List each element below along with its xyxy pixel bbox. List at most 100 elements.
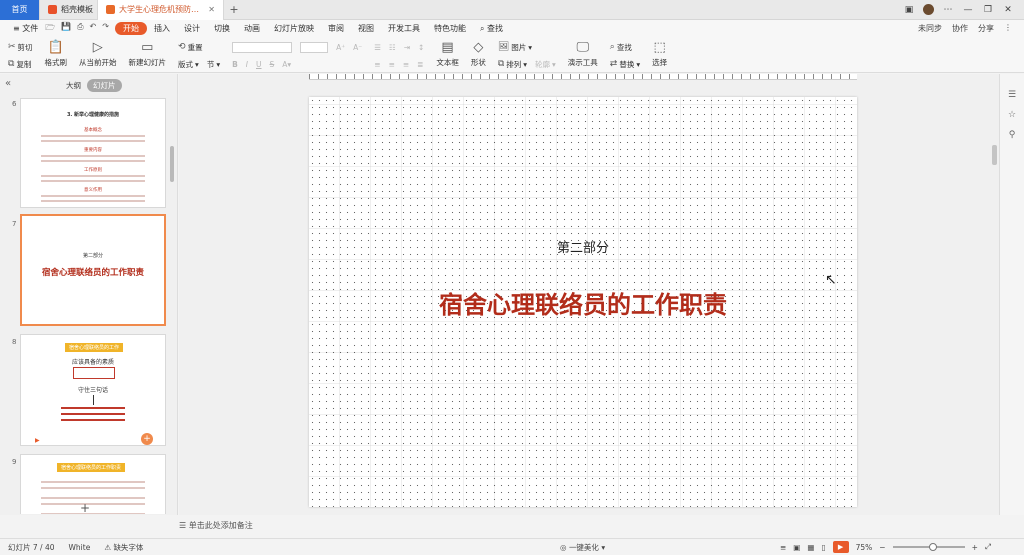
pin-icon[interactable]: ⚲	[1009, 130, 1016, 140]
section-button[interactable]: 节 ▾	[207, 59, 220, 70]
tab-review[interactable]: 审阅	[321, 23, 351, 34]
arrange-button[interactable]: ⧉ 排列 ▾	[498, 59, 527, 70]
tab-design[interactable]: 设计	[177, 23, 207, 34]
restore-icon[interactable]: ❐	[982, 5, 994, 15]
share-button[interactable]: 分享	[978, 23, 994, 34]
grow-font-icon[interactable]: A⁺	[336, 43, 345, 52]
undo-icon[interactable]: ↶	[90, 22, 97, 36]
redo-icon[interactable]: ↷	[102, 22, 109, 36]
reading-view-icon[interactable]: ▯	[821, 543, 825, 552]
minimize-icon[interactable]: —	[962, 5, 974, 15]
search-button[interactable]: ⌕ 查找	[473, 23, 510, 34]
beautify-button[interactable]: ◎ 一键美化 ▾	[560, 542, 605, 553]
fit-window-icon[interactable]: ⤢	[985, 542, 991, 552]
layout-icon[interactable]: ▣	[903, 5, 915, 15]
bold-icon[interactable]: B	[232, 60, 238, 69]
missing-font-button[interactable]: ⚠ 缺失字体	[104, 542, 143, 553]
play-thumb-icon[interactable]: ▶	[35, 437, 40, 444]
from-current-button[interactable]: ▷ 从当前开始	[79, 40, 117, 68]
shape-button[interactable]: ◇ 形状	[471, 40, 486, 68]
more-menu-icon[interactable]: ⋮	[1004, 23, 1012, 34]
zoom-in-icon[interactable]: +	[972, 543, 978, 552]
zoom-level[interactable]: 75%	[856, 543, 873, 552]
slide-thumbnail-6[interactable]: 3. 新举心理健康的措施 基本概念 重要内容 工作原则 意义作用	[20, 98, 166, 208]
new-tab-button[interactable]: +	[224, 3, 244, 16]
tab-transition[interactable]: 切换	[207, 23, 237, 34]
zoom-knob[interactable]	[928, 543, 937, 551]
font-name-input[interactable]	[232, 41, 293, 53]
number-list-icon[interactable]: ☷	[389, 43, 396, 52]
font-color-icon[interactable]: A▾	[282, 60, 291, 69]
zoom-out-icon[interactable]: −	[879, 543, 885, 552]
tab-start[interactable]: 开始	[114, 22, 147, 35]
cut-button[interactable]: ✂ 剪切	[8, 42, 33, 53]
sorter-view-icon[interactable]: ▦	[807, 543, 814, 552]
replace-button[interactable]: ⇄ 替换 ▾	[610, 59, 640, 70]
font-size-input[interactable]	[300, 41, 329, 53]
picture-button[interactable]: 🖼 图片 ▾	[498, 42, 532, 53]
tab-outline[interactable]: 大纲	[60, 79, 87, 92]
print-icon[interactable]: ⎙	[77, 22, 83, 36]
avatar[interactable]	[923, 4, 934, 15]
layout-button[interactable]: 版式 ▾	[178, 59, 199, 70]
tab-special[interactable]: 特色功能	[427, 23, 473, 34]
theme-name[interactable]: White	[69, 543, 91, 552]
zoom-slider[interactable]	[892, 543, 965, 551]
tab-slideshow[interactable]: 幻灯片放映	[267, 23, 321, 34]
justify-icon[interactable]: ≣	[417, 60, 423, 69]
slide-thumbnail-9[interactable]: 宿舍心理联络员的工作职责	[20, 454, 166, 514]
sync-status[interactable]: 未同步	[918, 23, 942, 34]
more-icon[interactable]: ⋯	[942, 5, 954, 15]
new-slide-button[interactable]: ▭ 新建幻灯片	[129, 40, 167, 68]
align-right-icon[interactable]: ≡	[403, 60, 409, 69]
slide-subtitle[interactable]: 第二部分	[309, 237, 857, 256]
notes-toggle-icon[interactable]: ≡	[780, 543, 786, 552]
reset-button[interactable]: ⟲ 重置	[178, 42, 203, 53]
notes-area[interactable]: ☰ 单击此处添加备注	[179, 520, 253, 531]
slide-thumbnail-8[interactable]: 宿舍心理联络员的工作 应该具备的素质 守住三句话 ▶ +	[20, 334, 166, 446]
slide-title[interactable]: 宿舍心理联络员的工作职责	[309, 285, 857, 320]
slide-thumbnail-7[interactable]: 第二部分 宿舍心理联络员的工作职责	[20, 214, 166, 326]
horizontal-ruler[interactable]	[309, 74, 857, 80]
outline-button[interactable]: 轮廓 ▾	[535, 59, 556, 70]
strikethrough-icon[interactable]: S	[270, 60, 275, 69]
star-icon[interactable]: ☆	[1008, 110, 1016, 120]
copy-button[interactable]: ⧉ 复制	[8, 59, 31, 70]
tab-home[interactable]: 首页	[0, 0, 40, 20]
tab-animation[interactable]: 动画	[237, 23, 267, 34]
collaborate-button[interactable]: 协作	[952, 23, 968, 34]
close-tab-icon[interactable]: ✕	[208, 5, 215, 14]
collapse-panel-icon[interactable]: «	[5, 78, 11, 89]
select-button[interactable]: ⬚ 选择	[652, 40, 667, 68]
paste-button[interactable]: 📋 格式刷	[45, 40, 68, 68]
tab-document[interactable]: 大学生心理危机预防与干预.pptx ✕	[98, 0, 224, 20]
indent-icon[interactable]: ⇥	[404, 43, 410, 52]
normal-view-icon[interactable]: ▣	[793, 543, 800, 552]
add-slide-icon[interactable]: +	[141, 433, 153, 445]
open-icon[interactable]: 🗁	[45, 22, 55, 36]
file-menu[interactable]: ≡ 文件	[6, 23, 45, 34]
current-slide[interactable]: 第二部分 宿舍心理联络员的工作职责	[309, 97, 857, 507]
italic-icon[interactable]: I	[246, 60, 248, 69]
shrink-font-icon[interactable]: A⁻	[353, 43, 362, 52]
close-window-icon[interactable]: ✕	[1002, 5, 1014, 15]
panel-scrollbar[interactable]	[170, 146, 174, 182]
properties-icon[interactable]: ☰	[1008, 90, 1016, 100]
underline-icon[interactable]: U	[256, 60, 262, 69]
bullet-list-icon[interactable]: ☰	[374, 43, 381, 52]
present-tools-button[interactable]: 🖵 演示工具	[568, 40, 598, 68]
slideshow-play-button[interactable]: ▶	[832, 541, 849, 553]
align-center-icon[interactable]: ≡	[389, 60, 395, 69]
tab-slides[interactable]: 幻灯片	[87, 78, 122, 92]
tab-insert[interactable]: 插入	[147, 23, 177, 34]
save-icon[interactable]: 💾	[61, 22, 71, 36]
canvas-scrollbar[interactable]	[992, 145, 997, 165]
add-slide-button[interactable]: +	[80, 501, 90, 515]
textbox-button[interactable]: ▤ 文本框	[436, 40, 459, 68]
tab-developer[interactable]: 开发工具	[381, 23, 427, 34]
align-left-icon[interactable]: ≡	[374, 60, 380, 69]
tab-templates[interactable]: 稻壳模板	[40, 0, 98, 20]
find-button[interactable]: ⌕ 查找	[610, 42, 632, 53]
line-spacing-icon[interactable]: ↕	[418, 43, 424, 52]
tab-view[interactable]: 视图	[351, 23, 381, 34]
